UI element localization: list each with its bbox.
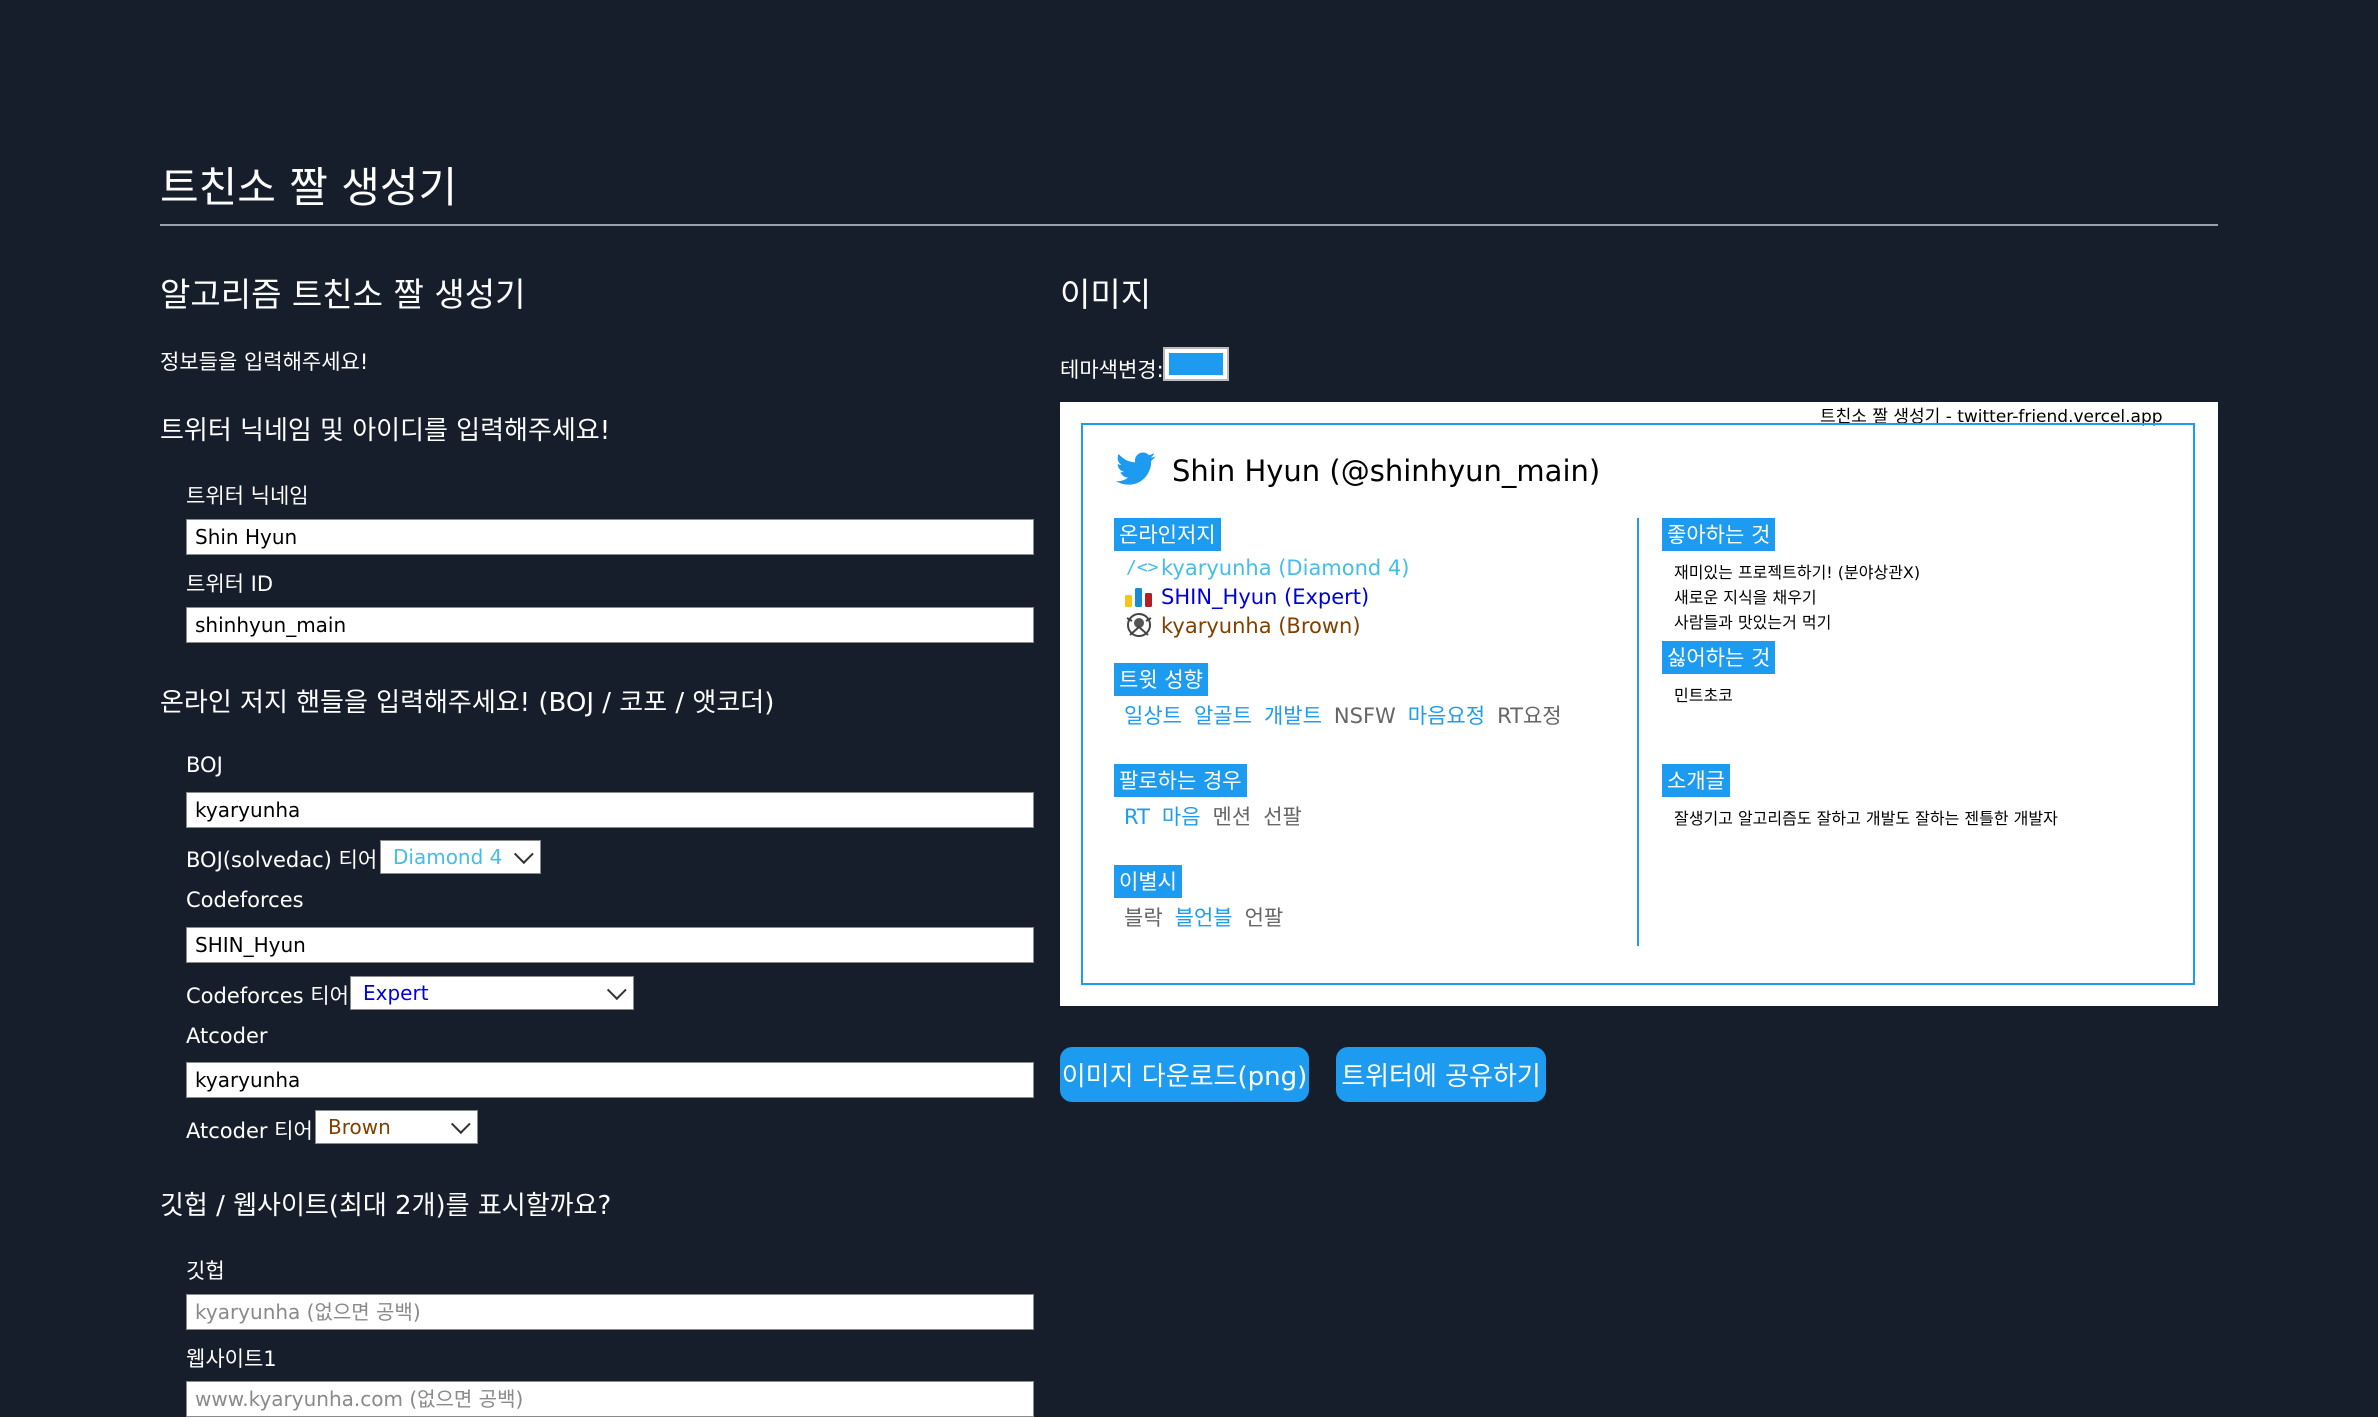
- follow-tag: 팔로하는 경우: [1114, 764, 1247, 797]
- nickname-label: 트위터 닉네임: [186, 484, 309, 508]
- form-intro: 정보들을 입력해주세요!: [160, 350, 369, 374]
- twitter-id-input[interactable]: [186, 607, 1034, 643]
- tweet-style-items: 일상트 알골트 개발트 NSFW 마음요정 RT요정: [1124, 700, 1574, 730]
- title-divider: [160, 224, 2218, 226]
- like-item: 사람들과 맛있는거 먹기: [1674, 613, 1832, 632]
- theme-color-picker[interactable]: [1163, 347, 1229, 381]
- github-label: 깃헙: [186, 1259, 225, 1283]
- boj-tier-value: Diamond 4: [393, 845, 503, 869]
- follow-item: 마음: [1161, 805, 1201, 829]
- twitter-section-heading: 트위터 닉네임 및 아이디를 입력해주세요!: [160, 416, 611, 446]
- tweet-style-item: 마음요정: [1407, 704, 1486, 728]
- oj-section-heading: 온라인 저지 핸들을 입력해주세요! (BOJ / 코포 / 앳코더): [160, 688, 775, 718]
- twitter-id-label: 트위터 ID: [186, 572, 273, 596]
- boj-input[interactable]: [186, 792, 1034, 828]
- tweet-style-item: 개발트: [1263, 704, 1322, 728]
- form-heading: 알고리즘 트친소 짤 생성기: [160, 275, 526, 314]
- solvedac-icon: /<>: [1126, 557, 1159, 578]
- codeforces-input[interactable]: [186, 927, 1034, 963]
- follow-item: 멘션: [1212, 805, 1252, 829]
- intro-text: 잘생기고 알고리즘도 잘하고 개발도 잘하는 젠틀한 개발자: [1674, 809, 2058, 828]
- likes-tag: 좋아하는 것: [1662, 518, 1776, 551]
- tweet-style-tag: 트윗 성향: [1114, 663, 1208, 696]
- atcoder-tier-value: Brown: [328, 1115, 391, 1139]
- twitter-bird-icon: [1116, 452, 1156, 485]
- codeforces-icon: [1125, 588, 1152, 607]
- website1-label: 웹사이트1: [186, 1347, 277, 1371]
- atcoder-label: Atcoder: [186, 1024, 268, 1048]
- tweet-style-item: RT요정: [1497, 704, 1562, 728]
- unfollow-tag: 이별시: [1114, 865, 1182, 898]
- tweet-style-item: 알골트: [1193, 704, 1252, 728]
- card-column-divider: [1637, 518, 1639, 946]
- atcoder-tier-select[interactable]: Brown: [315, 1110, 478, 1144]
- codeforces-tier-value: Expert: [363, 981, 429, 1005]
- boj-tier-label: BOJ(solvedac) 티어: [186, 848, 378, 872]
- oj-row-codeforces: SHIN_Hyun (Expert): [1161, 585, 1370, 609]
- like-item: 재미있는 프로젝트하기! (분야상관X): [1674, 563, 1921, 582]
- share-twitter-button[interactable]: 트위터에 공유하기: [1336, 1047, 1546, 1102]
- links-section-heading: 깃헙 / 웹사이트(최대 2개)를 표시할까요?: [160, 1191, 612, 1221]
- atcoder-tier-label: Atcoder 티어: [186, 1119, 313, 1143]
- unfollow-items: 블락 블언블 언팔: [1124, 902, 1295, 932]
- codeforces-tier-label: Codeforces 티어: [186, 984, 349, 1008]
- image-heading: 이미지: [1060, 275, 1152, 314]
- theme-label: 테마색변경:: [1060, 358, 1164, 382]
- follow-items: RT 마음 멘션 선팔: [1124, 801, 1314, 831]
- unfollow-item: 블언블: [1174, 906, 1233, 930]
- codeforces-tier-select[interactable]: Expert: [350, 976, 634, 1010]
- chevron-down-icon: [450, 1114, 471, 1135]
- boj-tier-select[interactable]: Diamond 4: [380, 840, 541, 874]
- unfollow-item: 언팔: [1244, 906, 1284, 930]
- atcoder-input[interactable]: [186, 1062, 1034, 1098]
- nickname-input[interactable]: [186, 519, 1034, 555]
- boj-label: BOJ: [186, 753, 223, 777]
- tweet-style-item: NSFW: [1333, 704, 1396, 728]
- dislike-item: 민트초코: [1674, 686, 1733, 705]
- download-image-button[interactable]: 이미지 다운로드(png): [1060, 1047, 1309, 1102]
- tweet-style-item: 일상트: [1124, 704, 1182, 728]
- follow-item: 선팔: [1263, 805, 1302, 829]
- oj-row-boj: kyaryunha (Diamond 4): [1161, 556, 1410, 580]
- chevron-down-icon: [513, 844, 534, 865]
- dislikes-tag: 싫어하는 것: [1662, 641, 1776, 674]
- theme-color-fill: [1169, 353, 1223, 375]
- unfollow-item: 블락: [1124, 906, 1163, 930]
- card-name: Shin Hyun (@shinhyun_main): [1172, 454, 1601, 488]
- follow-item: RT: [1124, 805, 1150, 829]
- intro-tag: 소개글: [1662, 764, 1730, 797]
- oj-row-atcoder: kyaryunha (Brown): [1161, 614, 1361, 638]
- atcoder-icon: [1126, 613, 1152, 637]
- chevron-down-icon: [606, 980, 627, 1001]
- like-item: 새로운 지식을 채우기: [1674, 588, 1817, 607]
- codeforces-label: Codeforces: [186, 888, 304, 912]
- oj-tag: 온라인저지: [1114, 518, 1221, 551]
- page-title: 트친소 짤 생성기: [160, 163, 458, 212]
- github-input[interactable]: [186, 1294, 1034, 1330]
